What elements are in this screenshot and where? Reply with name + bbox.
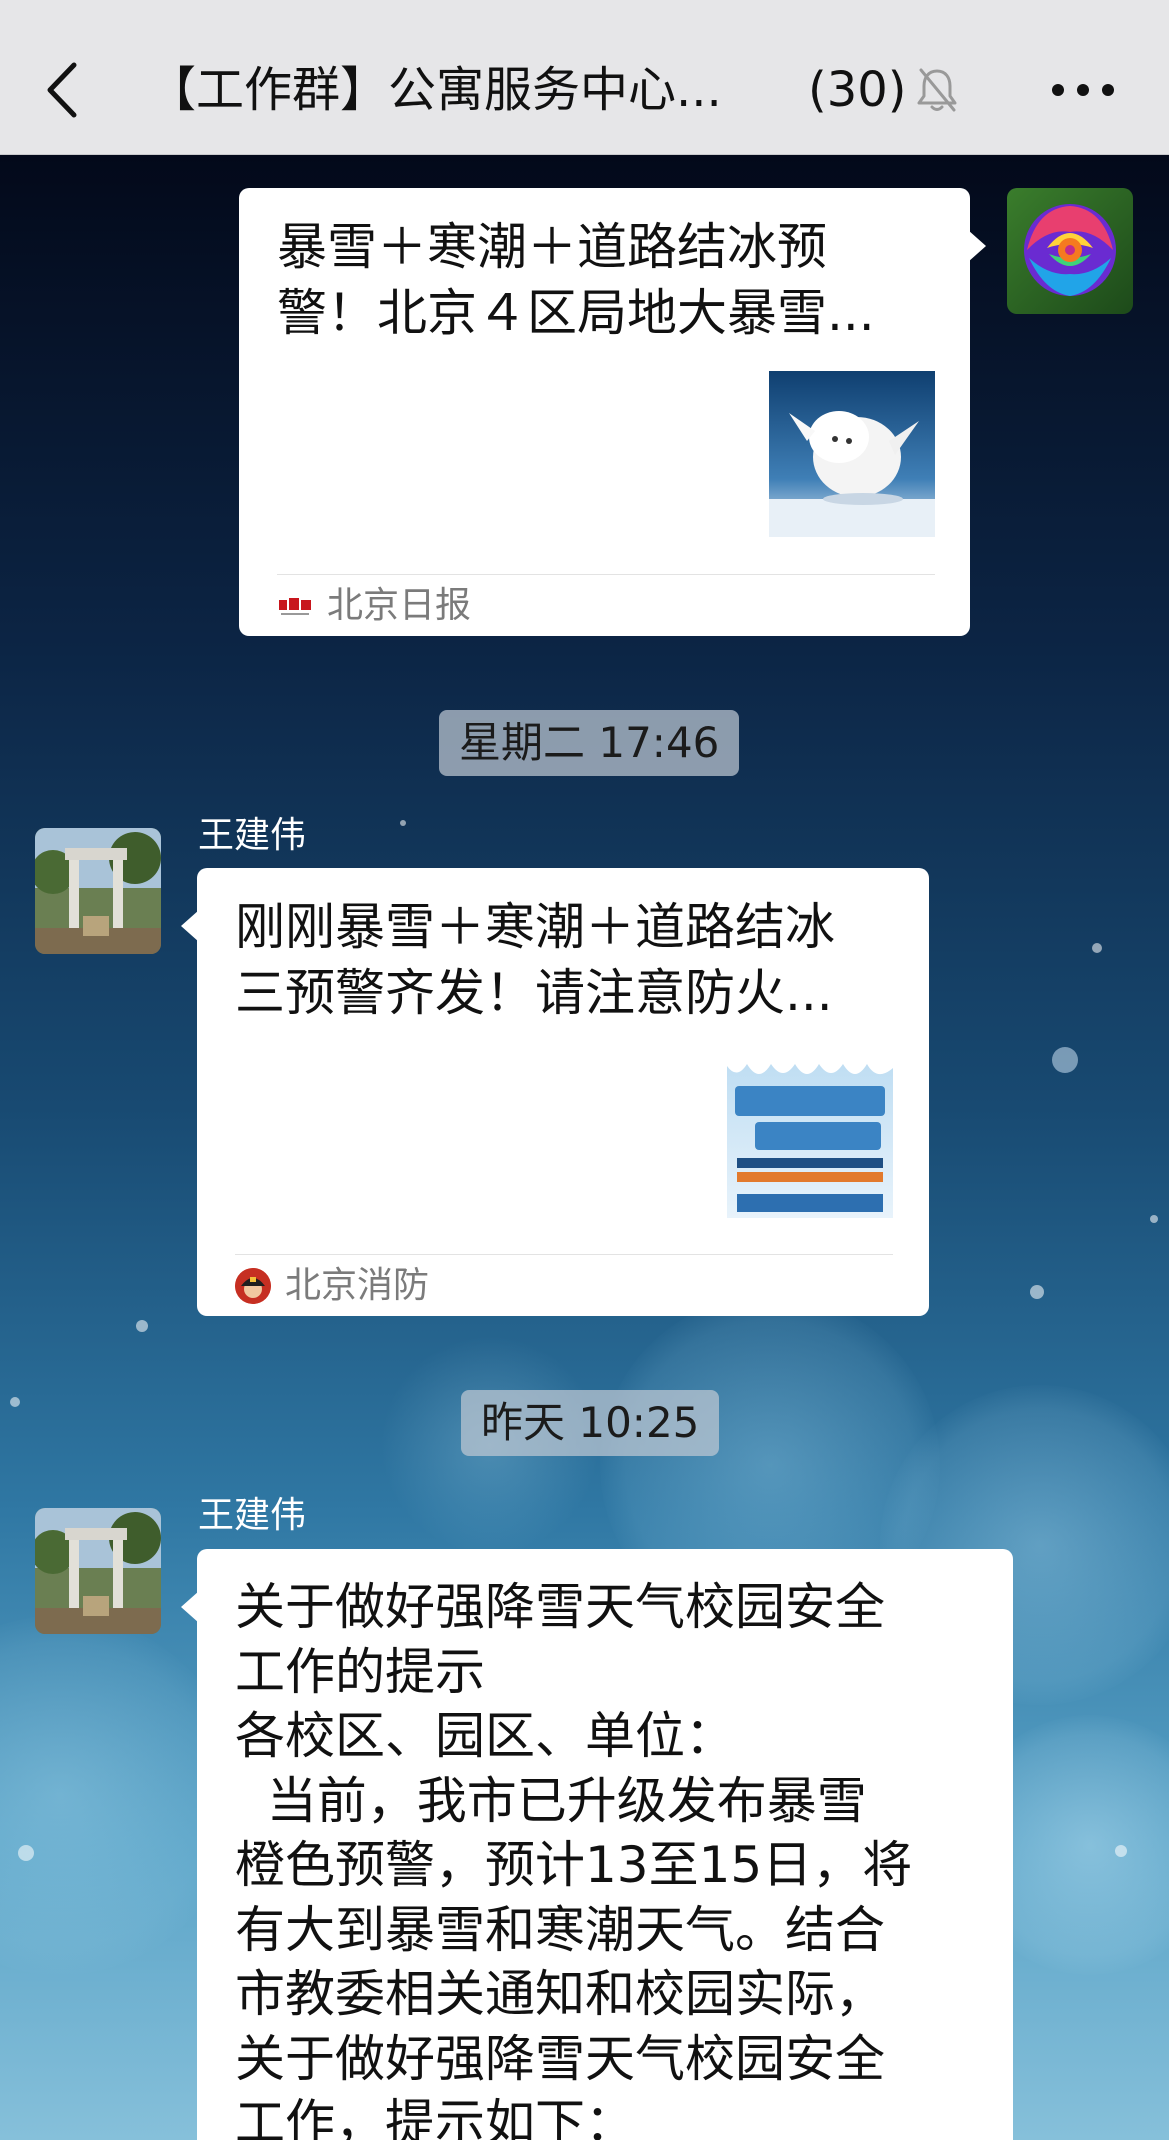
- timestamp: 星期二 17:46: [439, 710, 740, 776]
- link-card-source: 北京日报: [327, 585, 472, 626]
- chat-title[interactable]: 【工作群】公寓服务中心...: [148, 55, 722, 125]
- sender-name: 王建伟: [198, 815, 307, 856]
- member-count: (30): [808, 62, 907, 118]
- text-message-body: 关于做好强降雪天气校园安全 工作的提示 各校区、园区、单位： 当前，我市已升级发…: [235, 1578, 913, 2140]
- link-card-divider: [235, 1254, 893, 1255]
- timestamp: 昨天 10:25: [461, 1390, 720, 1456]
- link-card-title: 暴雪＋寒潮＋道路结冰预 警！北京４区局地大暴雪...: [277, 218, 875, 342]
- link-card-thumbnail: [769, 371, 935, 537]
- chat-header: 【工作群】公寓服务中心... (30): [0, 0, 1169, 155]
- sender-avatar[interactable]: [35, 1508, 161, 1634]
- link-card[interactable]: 刚刚暴雪＋寒潮＋道路结冰 三预警齐发！请注意防火... 北京消防: [181, 868, 929, 1316]
- link-card-title: 刚刚暴雪＋寒潮＋道路结冰 三预警齐发！请注意防火...: [235, 898, 835, 1022]
- text-message-bubble[interactable]: 关于做好强降雪天气校园安全 工作的提示 各校区、园区、单位： 当前，我市已升级发…: [181, 1549, 1013, 2140]
- firefighter-logo-icon: [235, 1268, 271, 1304]
- more-dots-icon: [1052, 84, 1114, 96]
- bell-off-icon: [916, 66, 958, 114]
- sender-avatar[interactable]: [35, 828, 161, 954]
- chevron-left-icon: [47, 62, 77, 118]
- link-card[interactable]: 暴雪＋寒潮＋道路结冰预 警！北京４区局地大暴雪... 北京日报: [239, 188, 986, 636]
- newspaper-logo-icon: [277, 588, 313, 624]
- link-card-source: 北京消防: [285, 1265, 430, 1306]
- sender-name: 王建伟: [198, 1495, 307, 1536]
- my-avatar[interactable]: [1007, 188, 1133, 314]
- link-card-divider: [277, 574, 935, 575]
- link-card-thumbnail: [727, 1052, 893, 1218]
- back-button[interactable]: [38, 55, 88, 125]
- more-button[interactable]: [1048, 70, 1118, 110]
